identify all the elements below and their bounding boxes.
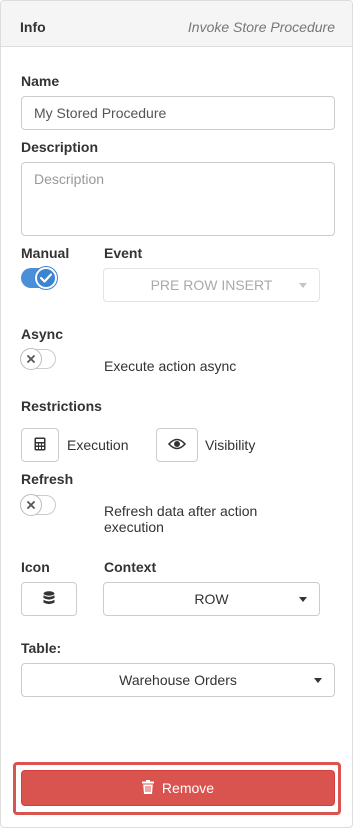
panel-title: Info [20, 19, 46, 35]
close-icon [20, 348, 42, 370]
info-panel: Info Invoke Store Procedure Name Descrip… [0, 0, 353, 828]
async-toggle[interactable] [20, 348, 56, 370]
panel-subtitle: Invoke Store Procedure [187, 19, 335, 35]
remove-button[interactable]: Remove [21, 770, 335, 806]
eye-icon [167, 437, 187, 453]
refresh-description-line1: Refresh data after action [104, 503, 258, 519]
remove-button-label: Remove [161, 780, 215, 796]
table-label: Table: [21, 640, 62, 656]
calculator-icon [34, 437, 46, 454]
chevron-down-icon [314, 678, 322, 683]
refresh-toggle[interactable] [20, 494, 56, 516]
restrictions-label: Restrictions [21, 398, 102, 414]
panel-header: Info Invoke Store Procedure [1, 1, 352, 47]
checkmark-icon [35, 267, 57, 289]
context-label: Context [104, 559, 157, 575]
chevron-down-icon [299, 597, 307, 602]
context-select[interactable]: ROW [103, 582, 320, 616]
visibility-label: Visibility [205, 437, 256, 453]
close-icon [20, 494, 42, 516]
table-select-value: Warehouse Orders [119, 672, 237, 688]
execution-button[interactable] [21, 428, 59, 462]
execution-label: Execution [67, 437, 129, 453]
trash-icon [141, 779, 154, 797]
refresh-label: Refresh [21, 471, 74, 487]
context-select-value: ROW [194, 591, 229, 607]
async-description: Execute action async [104, 358, 237, 374]
name-input[interactable] [21, 96, 335, 130]
manual-toggle[interactable] [21, 267, 57, 289]
icon-picker-button[interactable] [21, 582, 77, 616]
event-select[interactable]: PRE ROW INSERT [103, 268, 320, 302]
database-icon [43, 590, 55, 608]
chevron-down-icon [299, 283, 307, 288]
name-label: Name [21, 73, 60, 89]
description-textarea[interactable] [21, 162, 335, 236]
async-label: Async [21, 326, 64, 342]
event-select-value: PRE ROW INSERT [150, 277, 273, 293]
description-label: Description [21, 139, 99, 155]
refresh-description-line2: execution [104, 519, 164, 535]
table-select[interactable]: Warehouse Orders [21, 663, 335, 697]
visibility-button[interactable] [156, 428, 198, 462]
manual-label: Manual [21, 245, 70, 261]
icon-label: Icon [21, 559, 50, 575]
event-label: Event [104, 245, 143, 261]
